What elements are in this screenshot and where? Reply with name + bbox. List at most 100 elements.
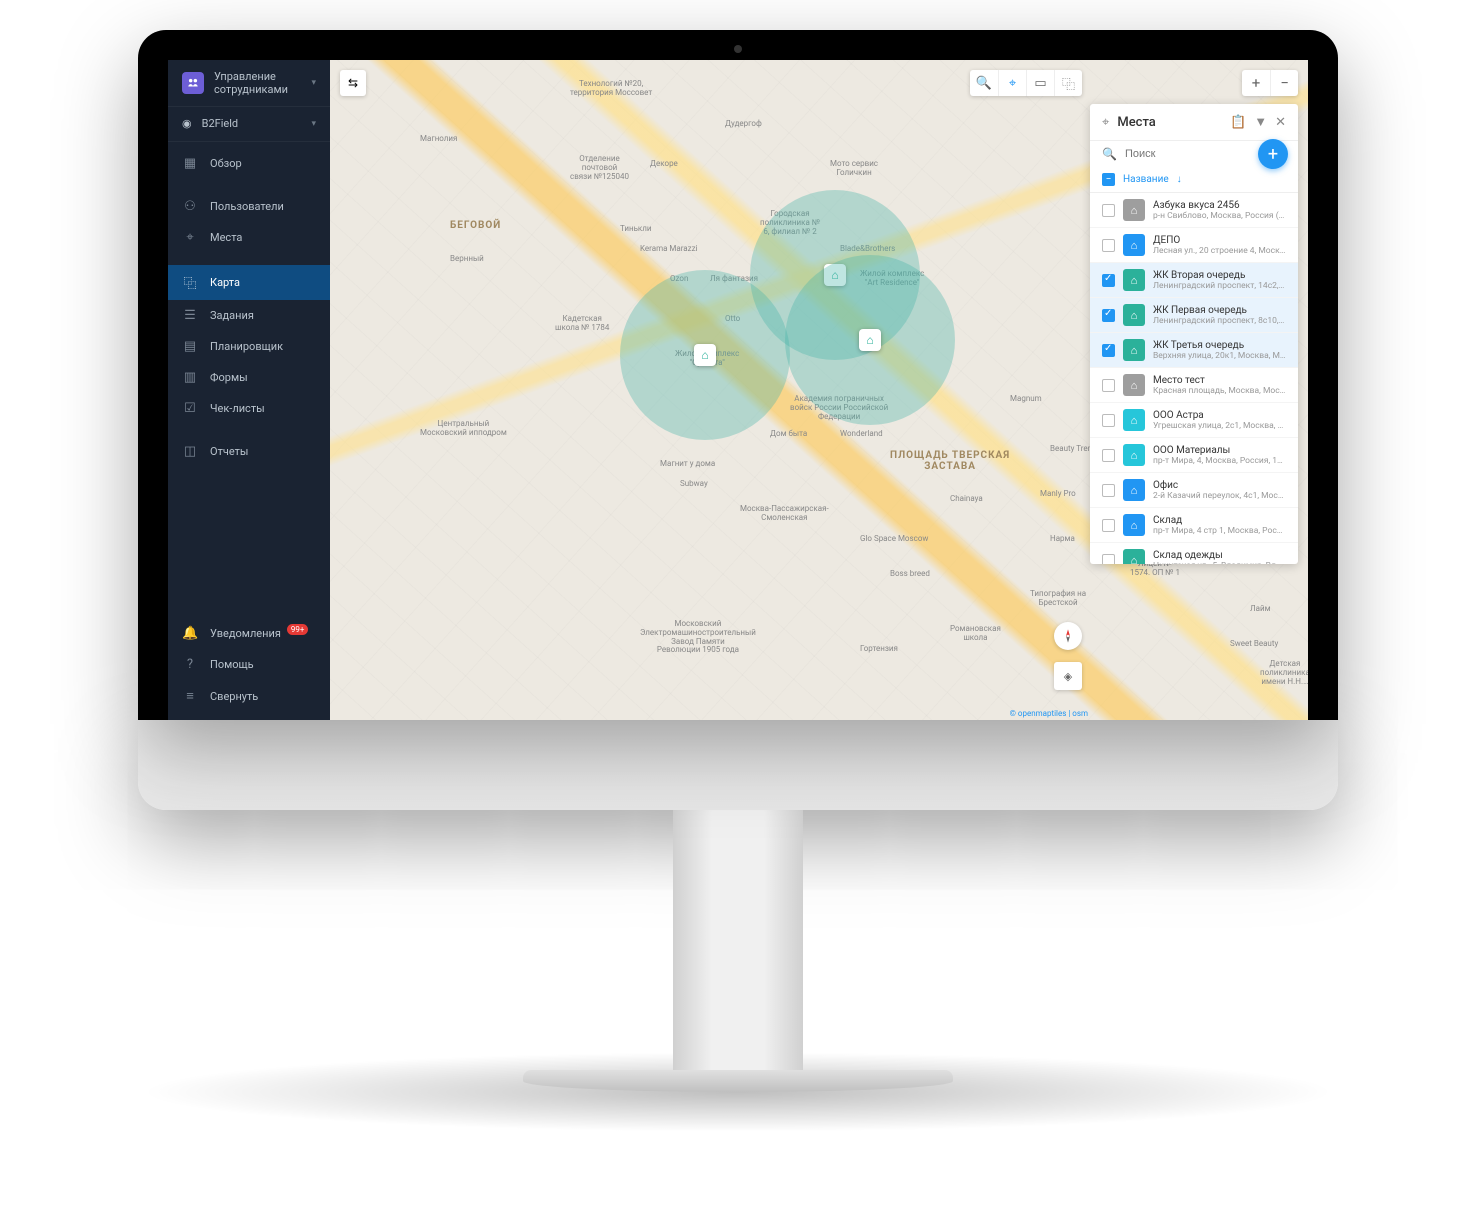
place-type-icon: ⌂ — [1123, 234, 1145, 256]
place-checkbox[interactable] — [1102, 379, 1115, 392]
places-tool[interactable]: ⌖ — [998, 70, 1026, 96]
place-checkbox[interactable] — [1102, 449, 1115, 462]
place-checkbox[interactable] — [1102, 204, 1115, 217]
place-address: Ленинградский проспект, 14с2, Москва,… — [1153, 281, 1286, 291]
place-row[interactable]: ⌂Место тестКрасная площадь, Москва, Моск… — [1090, 368, 1298, 403]
sort-arrow-icon: ↓ — [1177, 174, 1182, 185]
place-type-icon: ⌂ — [1123, 444, 1145, 466]
place-type-icon: ⌂ — [1123, 339, 1145, 361]
place-checkbox[interactable] — [1102, 414, 1115, 427]
sort-row[interactable]: − Название ↓ — [1090, 167, 1298, 193]
nav-overview[interactable]: ▦Обзор — [168, 148, 330, 179]
place-row[interactable]: ⌂ДЕПОЛесная ул., 20 строение 4, Москва, … — [1090, 228, 1298, 263]
place-type-icon: ⌂ — [1123, 514, 1145, 536]
place-type-icon: ⌂ — [1123, 409, 1145, 431]
dashboard-icon: ▦ — [182, 156, 198, 171]
place-name: ЖК Третья очередь — [1153, 340, 1286, 351]
zoom-in-button[interactable]: + — [1242, 70, 1270, 96]
app-title: Управление сотрудниками — [214, 70, 301, 96]
nav: ▦Обзор ⚇Пользователи ⌖Места ⿻Карта ☰Зада… — [168, 142, 330, 618]
place-type-icon: ⌂ — [1123, 374, 1145, 396]
panel-header: ⌖ Места 📋 ▼ ✕ — [1090, 104, 1298, 141]
map-view[interactable]: БЕГОВОЙПЛОЩАДЬ ТВЕРСКАЯЗАСТАВАМагнолияДе… — [330, 60, 1308, 720]
place-address: пр-т Мира, 4 стр 1, Москва, Россия, 1290… — [1153, 526, 1286, 536]
filter-icon[interactable]: ▼ — [1254, 114, 1267, 130]
map-attribution: © openmaptiles | osm — [1010, 709, 1088, 718]
place-name: ООО Материалы — [1153, 445, 1286, 456]
app-switcher[interactable]: Управление сотрудниками ▾ — [168, 60, 330, 106]
chevron-down-icon: ▾ — [311, 119, 316, 129]
nav-map[interactable]: ⿻Карта — [168, 265, 330, 300]
notifications-badge: 99+ — [287, 624, 309, 635]
place-address: р-н Свиблово, Москва, Россия (150 метр… — [1153, 211, 1286, 221]
search-icon: 🔍 — [1102, 147, 1117, 161]
place-row[interactable]: ⌂ЖК Вторая очередьЛенинградский проспект… — [1090, 263, 1298, 298]
place-row[interactable]: ⌂Склад одеждыНикитская ул., 5, Владимир,… — [1090, 543, 1298, 564]
place-row[interactable]: ⌂Офис2-й Казачий переулок, 4с1, Москва, … — [1090, 473, 1298, 508]
place-row[interactable]: ⌂Азбука вкуса 2456р-н Свиблово, Москва, … — [1090, 193, 1298, 228]
sidebar-footer: 🔔 Уведомления 99+ ?Помощь ≡Свернуть — [168, 618, 330, 720]
place-checkbox[interactable] — [1102, 554, 1115, 565]
panel-title: Места — [1117, 115, 1222, 130]
place-row[interactable]: ⌂ ЖК Третья очередьВерхняя улица, 20к1, М… — [1090, 333, 1298, 368]
tasks-icon: ☰ — [182, 308, 198, 323]
users-icon: ⚇ — [182, 199, 198, 214]
place-checkbox[interactable] — [1102, 484, 1115, 497]
place-checkbox[interactable] — [1102, 344, 1115, 357]
form-icon: ▥ — [182, 370, 198, 385]
select-all-checkbox[interactable]: − — [1102, 173, 1115, 186]
close-icon[interactable]: ✕ — [1275, 115, 1286, 130]
checklist-icon: ☑ — [182, 401, 198, 416]
nav-checklists[interactable]: ☑Чек-листы — [168, 393, 330, 424]
add-place-button[interactable]: + — [1258, 139, 1288, 169]
org-switcher[interactable]: ◉ B2Field ▾ — [168, 107, 330, 140]
nav-help[interactable]: ?Помощь — [168, 649, 330, 680]
nav-planner[interactable]: ▤Планировщик — [168, 331, 330, 362]
help-icon: ? — [182, 657, 198, 672]
map-style-tool[interactable]: ⿻ — [1054, 70, 1082, 96]
place-row[interactable]: ⌂ООО Материалыпр-т Мира, 4, Москва, Росс… — [1090, 438, 1298, 473]
place-name: Офис — [1153, 480, 1286, 491]
nav-users[interactable]: ⚇Пользователи — [168, 191, 330, 222]
place-row[interactable]: ⌂ЖК Первая очередьЛенинградский проспект… — [1090, 298, 1298, 333]
place-name: ООО Астра — [1153, 410, 1286, 421]
geofence-zone[interactable]: ⌂ — [785, 255, 955, 425]
bell-icon: 🔔 — [182, 626, 198, 641]
zoom-out-button[interactable]: − — [1270, 70, 1298, 96]
place-checkbox[interactable] — [1102, 309, 1115, 322]
rectangle-tool[interactable]: ▭ — [1026, 70, 1054, 96]
nav-forms[interactable]: ▥Формы — [168, 362, 330, 393]
geofence-zone[interactable]: ⌂ — [620, 270, 790, 440]
search-tool[interactable]: 🔍 — [970, 70, 998, 96]
place-address: Ленинградский проспект, 8с10, Москва,… — [1153, 316, 1286, 326]
reports-icon: ◫ — [182, 444, 198, 459]
clipboard-icon[interactable]: 📋 — [1230, 115, 1246, 130]
layers-button[interactable]: ◈ — [1054, 662, 1082, 690]
place-checkbox[interactable] — [1102, 239, 1115, 252]
place-row[interactable]: ⌂ООО АстраУгрешская улица, 2с1, Москва, … — [1090, 403, 1298, 438]
panel-search: 🔍 + — [1090, 141, 1298, 167]
nav-reports[interactable]: ◫Отчеты — [168, 436, 330, 467]
zoom-toolbar: + − — [1242, 70, 1298, 96]
place-address: Верхняя улица, 20к1, Москва, Москва, Р… — [1153, 351, 1286, 361]
sidebar: Управление сотрудниками ▾ ◉ B2Field ▾ ▦О… — [168, 60, 330, 720]
place-checkbox[interactable] — [1102, 274, 1115, 287]
compass-button[interactable] — [1054, 622, 1082, 650]
chevron-down-icon: ▾ — [311, 78, 316, 88]
place-name: ЖК Вторая очередь — [1153, 270, 1286, 281]
nav-notifications[interactable]: 🔔 Уведомления 99+ — [168, 618, 330, 649]
org-name: B2Field — [202, 117, 302, 130]
place-checkbox[interactable] — [1102, 519, 1115, 532]
place-type-icon: ⌂ — [1123, 549, 1145, 564]
places-icon: ⌖ — [1102, 115, 1109, 130]
nav-places[interactable]: ⌖Места — [168, 222, 330, 253]
place-type-icon: ⌂ — [1123, 199, 1145, 221]
nav-collapse[interactable]: ≡Свернуть — [168, 680, 330, 712]
place-address: 2-й Казачий переулок, 4с1, Москва, Мос… — [1153, 491, 1286, 501]
place-address: Никитская ул., 5, Владимир, Владимирск… — [1153, 561, 1286, 565]
place-row[interactable]: ⌂Складпр-т Мира, 4 стр 1, Москва, Россия… — [1090, 508, 1298, 543]
sidebar-toggle-button[interactable]: ⇆ — [340, 70, 366, 96]
place-name: ДЕПО — [1153, 235, 1286, 246]
app-icon — [182, 72, 204, 94]
nav-tasks[interactable]: ☰Задания — [168, 300, 330, 331]
